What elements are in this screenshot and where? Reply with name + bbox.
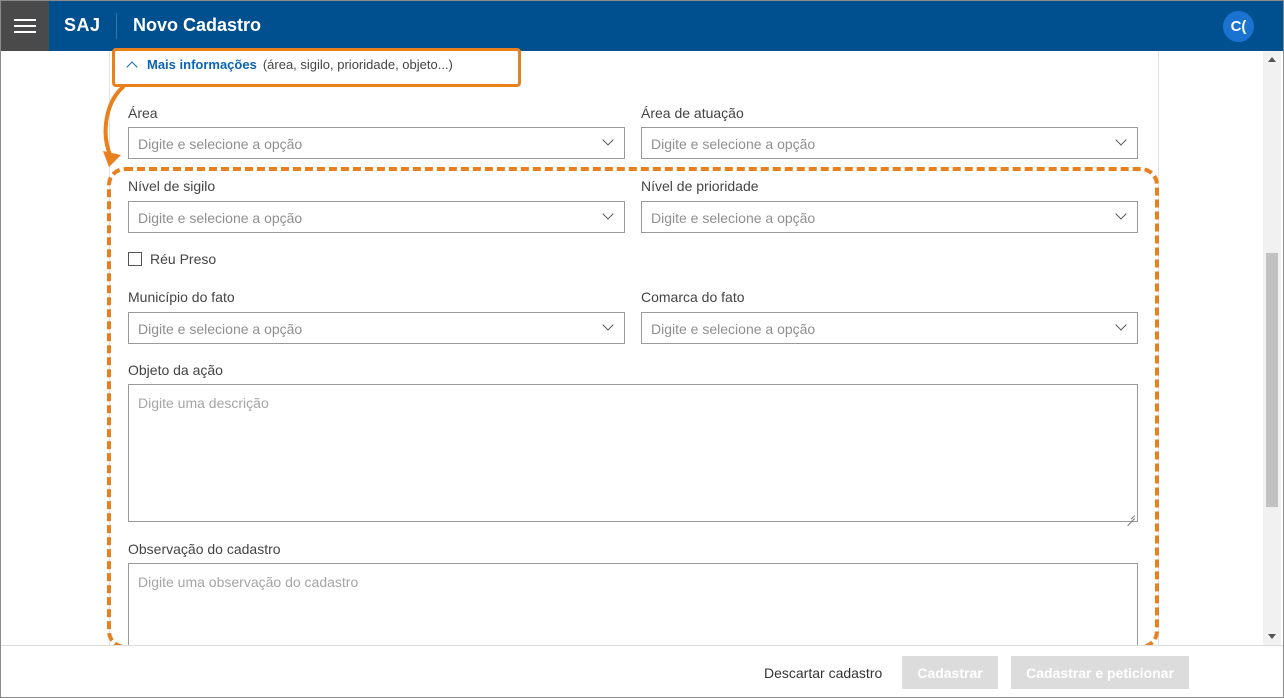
avatar[interactable]: C( (1223, 11, 1254, 42)
highlight-region (107, 167, 1159, 649)
menu-icon[interactable] (1, 1, 49, 51)
app-window: SAJ Novo Cadastro C( Mais informações (á… (0, 0, 1284, 698)
highlight-box (112, 48, 521, 87)
area-placeholder: Digite e selecione a opção (138, 136, 303, 152)
scroll-up-icon[interactable] (1268, 57, 1276, 62)
header-divider (116, 13, 117, 39)
scroll-down-icon[interactable] (1268, 634, 1276, 639)
area-atuacao-placeholder: Digite e selecione a opção (651, 136, 816, 152)
discard-button[interactable]: Descartar cadastro (764, 665, 882, 681)
annotation-arrow-icon (103, 85, 125, 167)
submit-petition-button[interactable]: Cadastrar e peticionar (1011, 656, 1189, 689)
submit-button[interactable]: Cadastrar (902, 656, 998, 689)
area-select[interactable]: Digite e selecione a opção (128, 127, 625, 159)
area-atuacao-select[interactable]: Digite e selecione a opção (641, 127, 1138, 159)
page-title: Novo Cadastro (133, 15, 262, 35)
scroll-thumb[interactable] (1266, 253, 1278, 507)
vertical-scrollbar[interactable] (1263, 51, 1281, 645)
chevron-down-icon[interactable] (602, 134, 614, 146)
brand-logo[interactable]: SAJ (64, 15, 101, 36)
area-atuacao-label: Área de atuação (641, 105, 744, 121)
footer-bar: Descartar cadastro Cadastrar Cadastrar e… (1, 645, 1283, 697)
top-bar: SAJ Novo Cadastro C( (1, 1, 1283, 51)
chevron-down-icon[interactable] (1115, 134, 1127, 146)
